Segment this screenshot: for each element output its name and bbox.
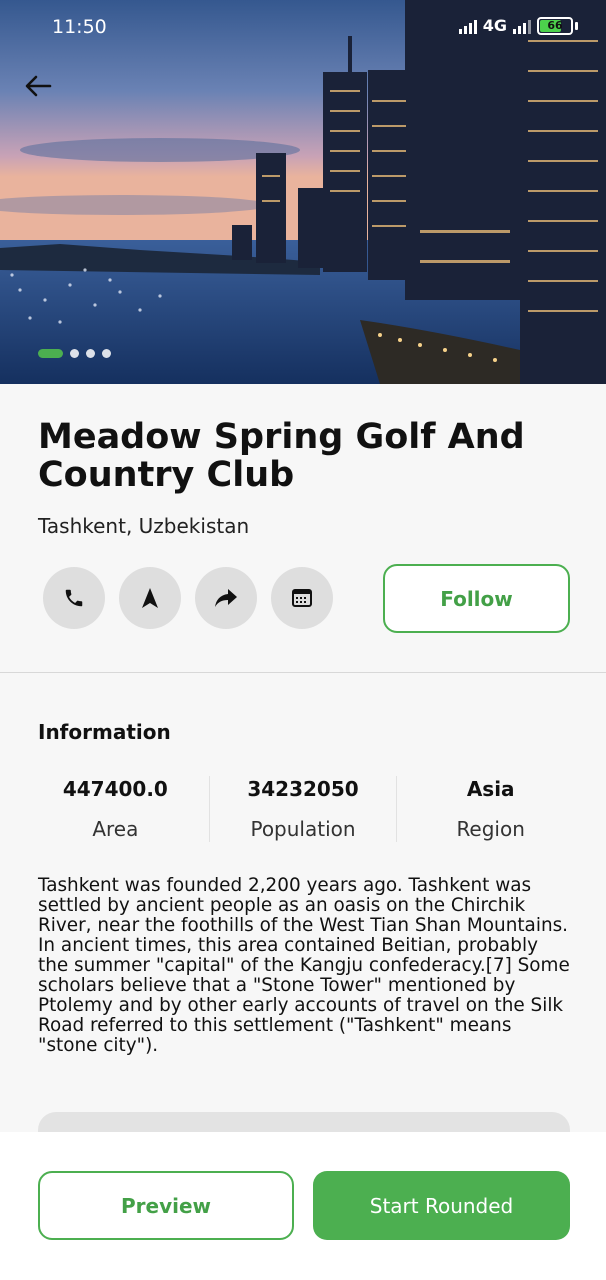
stat-value: Asia — [466, 777, 515, 801]
preview-button[interactable]: Preview — [38, 1171, 294, 1240]
stat-label: Region — [456, 817, 525, 841]
navigation-icon — [142, 588, 158, 608]
status-bar: 11:50 4G 66 — [0, 0, 606, 54]
battery-level: 66 — [547, 19, 563, 32]
city-skyline-photo — [0, 0, 606, 384]
carousel-dot[interactable] — [86, 349, 95, 358]
share-icon — [215, 589, 237, 607]
signal-strength-icon — [513, 18, 531, 34]
carousel-indicator — [38, 349, 111, 358]
information-heading: Information — [38, 720, 171, 744]
stat-region: Asia Region — [396, 776, 584, 842]
calendar-button[interactable] — [271, 567, 333, 629]
stat-population: 34232050 Population — [208, 776, 397, 842]
stat-value: 34232050 — [247, 777, 359, 801]
stat-label: Area — [92, 817, 139, 841]
phone-icon — [65, 589, 83, 607]
page-title: Meadow Spring Golf And Country Club — [38, 417, 525, 495]
call-button[interactable] — [43, 567, 105, 629]
follow-button[interactable]: Follow — [383, 564, 570, 633]
description-text: Tashkent was founded 2,200 years ago. Ta… — [38, 875, 570, 1056]
network-type: 4G — [482, 16, 507, 35]
stat-label: Population — [250, 817, 356, 841]
status-time: 11:50 — [52, 16, 107, 38]
stat-value: 447400.0 — [62, 777, 168, 801]
battery-icon: 66 — [537, 16, 573, 35]
start-rounded-button[interactable]: Start Rounded — [313, 1171, 570, 1240]
carousel-dot[interactable] — [70, 349, 79, 358]
stats-row: 447400.0 Area 34232050 Population Asia R… — [22, 776, 584, 842]
hero-image[interactable]: 11:50 4G 66 — [0, 0, 606, 384]
back-button[interactable] — [24, 74, 64, 114]
arrow-left-icon — [25, 75, 52, 97]
stat-area: 447400.0 Area — [22, 776, 209, 842]
status-indicators: 4G 66 — [458, 16, 578, 35]
location-text: Tashkent, Uzbekistan — [38, 514, 250, 538]
signal-icon — [458, 18, 477, 34]
carousel-dot-active[interactable] — [38, 349, 63, 358]
carousel-dot[interactable] — [102, 349, 111, 358]
navigate-button[interactable] — [119, 567, 181, 629]
action-buttons — [43, 567, 333, 629]
calendar-icon — [292, 589, 312, 607]
section-divider — [0, 672, 606, 673]
share-button[interactable] — [195, 567, 257, 629]
